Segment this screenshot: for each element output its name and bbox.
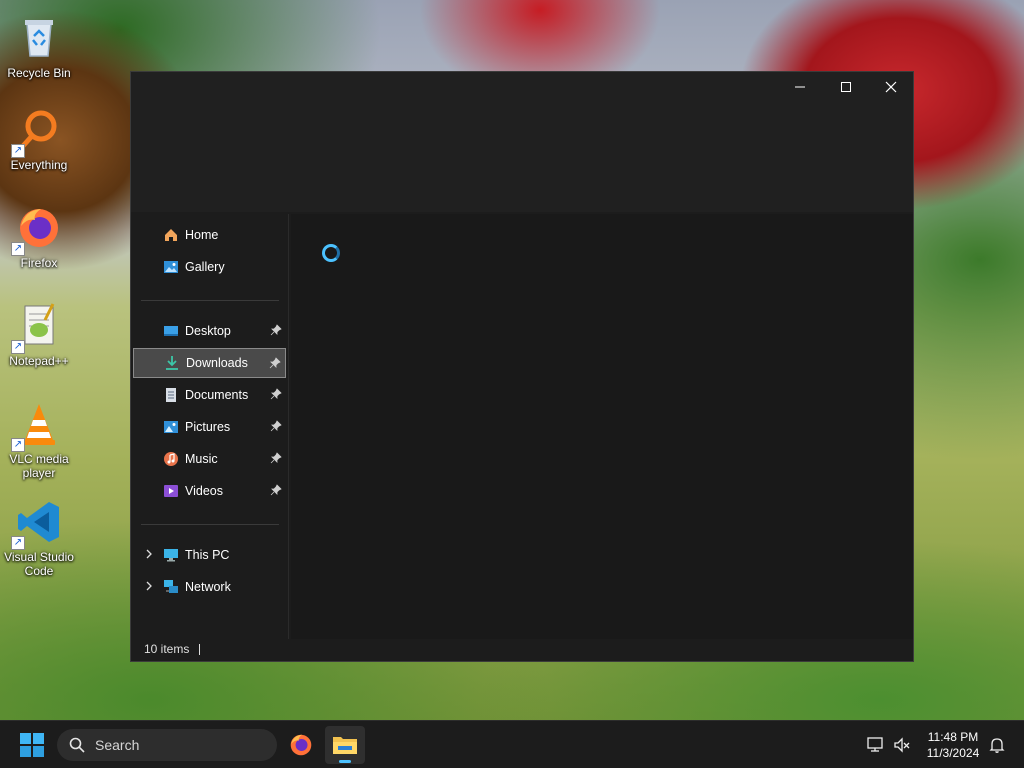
taskbar-search-box[interactable]: Search (57, 729, 277, 761)
downloads-folder-icon (164, 355, 180, 371)
nav-item-documents[interactable]: Documents (133, 380, 286, 410)
title-bar[interactable] (131, 72, 913, 212)
notepad-plus-plus-icon: ↗ (11, 302, 63, 354)
minimize-button[interactable] (777, 72, 823, 102)
navigation-pane: Home Gallery Desktop Downloads Documents… (131, 214, 289, 639)
start-button[interactable] (14, 732, 50, 758)
pictures-folder-icon (163, 419, 179, 435)
nav-item-label: Gallery (185, 260, 225, 274)
videos-folder-icon (163, 483, 179, 499)
file-explorer-window[interactable]: Home Gallery Desktop Downloads Documents… (130, 71, 914, 662)
desktop-icon-notepad-plus-plus[interactable]: ↗ Notepad++ (2, 302, 76, 368)
display-icon[interactable] (866, 735, 886, 755)
nav-item-network[interactable]: Network (133, 572, 286, 602)
vlc-icon: ↗ (11, 400, 63, 452)
nav-separator (141, 300, 279, 301)
chevron-right-icon[interactable] (143, 548, 155, 560)
nav-item-home[interactable]: Home (133, 220, 286, 250)
notification-bell-icon[interactable] (987, 735, 1007, 755)
desktop-icon-label: Firefox (20, 256, 58, 270)
pin-icon[interactable] (270, 484, 282, 496)
recycle-bin-icon (15, 14, 63, 62)
network-icon (163, 579, 179, 595)
gallery-icon (163, 259, 179, 275)
item-count: 10 items (144, 642, 190, 656)
close-icon (885, 81, 897, 93)
pin-icon[interactable] (270, 420, 282, 432)
desktop-icon-everything[interactable]: ↗ Everything (2, 106, 76, 172)
nav-item-label: Network (185, 580, 231, 594)
maximize-icon (841, 82, 851, 92)
minimize-icon (795, 86, 805, 88)
desktop-icon-label: Visual Studio Code (4, 550, 74, 578)
desktop-icon-label: Everything (10, 158, 68, 172)
pin-icon[interactable] (269, 357, 281, 369)
shortcut-arrow-icon: ↗ (11, 144, 25, 158)
nav-item-label: Downloads (186, 356, 248, 370)
search-placeholder: Search (95, 737, 140, 753)
desktop-icon-label: VLC media player (9, 452, 69, 480)
nav-separator (141, 524, 279, 525)
music-folder-icon (163, 451, 179, 467)
nav-item-desktop[interactable]: Desktop (133, 316, 286, 346)
clock-date: 11/3/2024 (926, 746, 980, 760)
search-icon (69, 737, 85, 753)
pin-icon[interactable] (270, 388, 282, 400)
nav-item-label: Documents (185, 388, 249, 402)
volume-muted-icon[interactable] (892, 735, 912, 755)
file-list-area[interactable] (291, 214, 913, 639)
desktop-icon-recycle-bin[interactable]: Recycle Bin (2, 14, 76, 80)
pin-icon[interactable] (270, 324, 282, 336)
active-app-indicator (339, 760, 351, 763)
nav-item-pictures[interactable]: Pictures (133, 412, 286, 442)
this-pc-icon (163, 547, 179, 563)
maximize-button[interactable] (823, 72, 869, 102)
everything-search-icon: ↗ (11, 106, 63, 158)
home-icon (163, 227, 179, 243)
shortcut-arrow-icon: ↗ (11, 340, 25, 354)
chevron-right-icon[interactable] (143, 580, 155, 592)
nav-item-label: Desktop (185, 324, 231, 338)
desktop-icon-vlc[interactable]: ↗ VLC media player (2, 400, 76, 480)
firefox-icon: ↗ (11, 204, 63, 256)
desktop-icon-firefox[interactable]: ↗ Firefox (2, 204, 76, 270)
taskbar-app-firefox[interactable] (281, 726, 321, 764)
nav-item-label: Videos (185, 484, 223, 498)
desktop-icon-vscode[interactable]: ↗ Visual Studio Code (2, 498, 76, 578)
pin-icon[interactable] (270, 452, 282, 464)
vscode-icon: ↗ (11, 498, 63, 550)
shortcut-arrow-icon: ↗ (11, 536, 25, 550)
clock-time: 11:48 PM (927, 730, 979, 744)
nav-item-label: Pictures (185, 420, 231, 434)
nav-item-label: Home (185, 228, 219, 242)
shortcut-arrow-icon: ↗ (11, 438, 25, 452)
shortcut-arrow-icon: ↗ (11, 242, 25, 256)
desktop-icon-label: Recycle Bin (7, 66, 71, 80)
close-button[interactable] (868, 72, 914, 102)
firefox-icon (290, 734, 312, 756)
nav-item-label: Music (185, 452, 218, 466)
desktop-folder-icon (163, 323, 179, 339)
loading-spinner-icon (322, 244, 340, 262)
documents-folder-icon (163, 387, 179, 403)
nav-item-this-pc[interactable]: This PC (133, 540, 286, 570)
desktop-icon-label: Notepad++ (9, 354, 69, 368)
nav-item-videos[interactable]: Videos (133, 476, 286, 506)
windows-logo-icon (20, 733, 44, 757)
nav-item-label: This PC (185, 548, 230, 562)
nav-item-downloads[interactable]: Downloads (133, 348, 286, 378)
taskbar-clock[interactable]: 11:48 PM 11/3/2024 (918, 729, 988, 761)
status-bar: 10 items (131, 637, 913, 661)
nav-item-gallery[interactable]: Gallery (133, 252, 286, 282)
taskbar-app-file-explorer[interactable] (325, 726, 365, 764)
file-explorer-icon (333, 737, 357, 754)
taskbar: Search 11:48 PM 11/3/2024 (0, 720, 1024, 768)
status-divider (199, 643, 201, 655)
nav-item-music[interactable]: Music (133, 444, 286, 474)
